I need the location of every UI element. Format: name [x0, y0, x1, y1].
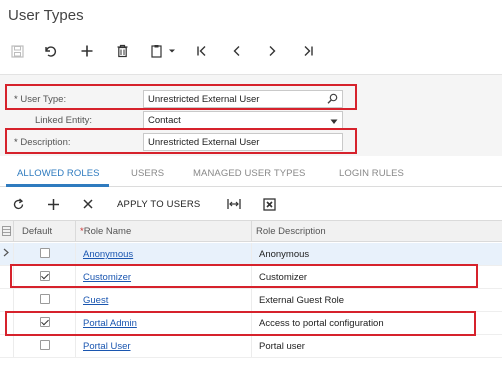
grid-toolbar: APPLY TO USERS — [0, 191, 502, 217]
row-selector[interactable] — [0, 289, 14, 311]
role-name-link[interactable]: Portal Admin — [83, 318, 137, 329]
role-description-cell: Anonymous — [259, 249, 310, 260]
user-type-field[interactable]: Unrestricted External User — [143, 90, 343, 108]
table-row[interactable]: Portal Admin Access to portal configurati… — [0, 312, 502, 335]
role-description-cell: External Guest Role — [259, 295, 345, 306]
linked-entity-label: Linked Entity: — [35, 115, 93, 126]
default-cell — [14, 335, 76, 357]
page-title: User Types — [8, 7, 84, 24]
default-cell — [14, 243, 76, 265]
row-selector[interactable] — [0, 312, 14, 334]
active-tab-indicator — [6, 184, 109, 187]
tab-allowed-roles[interactable]: ALLOWED ROLES — [17, 168, 100, 179]
description-field[interactable]: Unrestricted External User — [143, 133, 343, 151]
row-selector[interactable] — [0, 266, 14, 288]
linked-entity-select[interactable]: Contact — [143, 111, 343, 129]
previous-record-icon[interactable] — [225, 39, 249, 63]
grid-header: Default *Role Name Role Description — [0, 220, 502, 242]
tab-managed-user-types[interactable]: MANAGED USER TYPES — [193, 168, 305, 179]
chevron-down-icon[interactable] — [330, 117, 338, 128]
apply-to-users-button[interactable]: APPLY TO USERS — [117, 195, 200, 213]
default-cell — [14, 289, 76, 311]
default-checkbox[interactable] — [40, 294, 50, 304]
default-checkbox[interactable] — [40, 317, 50, 327]
add-icon[interactable] — [75, 39, 99, 63]
table-row[interactable]: Portal User Portal user — [0, 335, 502, 358]
default-cell — [14, 266, 76, 288]
row-selector-header[interactable] — [0, 221, 14, 241]
fit-columns-icon[interactable] — [226, 195, 242, 213]
user-type-label: * User Type: — [14, 94, 67, 105]
row-pointer-icon — [3, 248, 9, 257]
tab-bar: ALLOWED ROLES USERS MANAGED USER TYPES L… — [0, 163, 502, 187]
refresh-icon[interactable] — [10, 195, 26, 213]
default-checkbox[interactable] — [40, 340, 50, 350]
add-row-icon[interactable] — [45, 195, 61, 213]
search-icon[interactable] — [327, 93, 338, 107]
role-name-link[interactable]: Portal User — [83, 341, 131, 352]
role-description-cell: Portal user — [259, 341, 305, 352]
copy-paste-icon[interactable] — [146, 39, 182, 63]
column-default[interactable]: Default — [14, 221, 76, 241]
column-role-description[interactable]: Role Description — [252, 221, 502, 241]
description-label: * Description: — [14, 137, 71, 148]
role-name-cell: Customizer — [76, 266, 252, 288]
table-row[interactable]: Anonymous Anonymous — [0, 243, 502, 266]
user-type-form: * User Type: Unrestricted External User … — [0, 74, 502, 156]
delete-row-icon[interactable] — [80, 195, 96, 213]
role-name-cell: Anonymous — [76, 243, 252, 265]
row-selector[interactable] — [0, 335, 14, 357]
tab-users[interactable]: USERS — [131, 168, 164, 179]
role-name-link[interactable]: Guest — [83, 295, 108, 306]
next-record-icon[interactable] — [260, 39, 284, 63]
role-description-cell: Customizer — [259, 272, 308, 283]
delete-icon[interactable] — [110, 39, 134, 63]
main-toolbar — [0, 36, 502, 66]
tab-login-rules[interactable]: LOGIN RULES — [339, 168, 404, 179]
first-record-icon[interactable] — [190, 39, 214, 63]
role-name-link[interactable]: Anonymous — [83, 249, 133, 260]
last-record-icon[interactable] — [296, 39, 320, 63]
save-icon[interactable] — [5, 39, 29, 63]
undo-icon[interactable] — [38, 39, 62, 63]
default-cell — [14, 312, 76, 334]
role-name-cell: Portal Admin — [76, 312, 252, 334]
role-name-cell: Portal User — [76, 335, 252, 357]
table-row[interactable]: Customizer Customizer — [0, 266, 502, 289]
role-name-cell: Guest — [76, 289, 252, 311]
default-checkbox[interactable] — [40, 271, 50, 281]
column-role-name[interactable]: *Role Name — [76, 221, 252, 241]
row-selector[interactable] — [0, 243, 14, 265]
role-description-cell: Access to portal configuration — [259, 318, 384, 329]
table-row[interactable]: Guest External Guest Role — [0, 289, 502, 312]
export-excel-icon[interactable] — [261, 195, 277, 213]
role-name-link[interactable]: Customizer — [83, 272, 131, 283]
default-checkbox[interactable] — [40, 248, 50, 258]
